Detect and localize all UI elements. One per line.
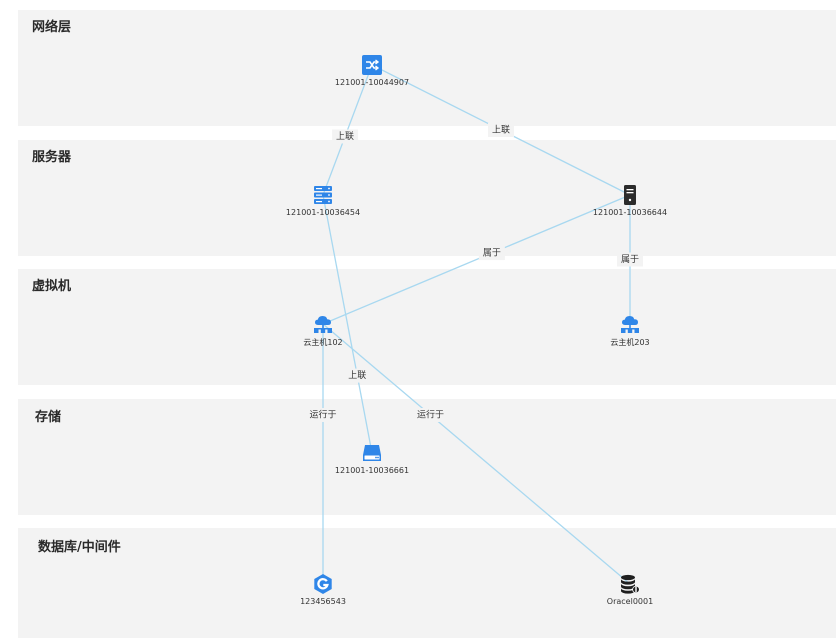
node-vm-203[interactable]: 云主机203	[570, 314, 690, 348]
server-tower-icon	[624, 185, 636, 205]
edge-label: 运行于	[309, 409, 336, 421]
edge-label: 属于	[621, 254, 639, 265]
server-rack-icon	[314, 186, 332, 204]
node-label: 121001-10036644	[592, 208, 668, 217]
edge-label: 上联	[348, 370, 366, 381]
node-vm-102[interactable]: 云主机102	[263, 314, 383, 348]
node-label: Oracel0001	[606, 597, 654, 606]
edge-label: 属于	[483, 248, 501, 259]
node-label: 121001-10036661	[334, 466, 410, 475]
edge-label: 上联	[336, 131, 354, 142]
topology-graph: 上联上联上联属于属于运行于 运行于	[309, 64, 643, 585]
node-label: 云主机203	[610, 338, 650, 347]
node-server-b[interactable]: 121001-10036644	[570, 185, 690, 217]
node-server-a[interactable]: 121001-10036454	[263, 185, 383, 217]
node-oracle[interactable]: Oracel0001	[570, 574, 690, 606]
node-middleware[interactable]: 123456543	[263, 574, 383, 606]
node-label: 123456543	[300, 597, 346, 606]
node-label: 121001-10036454	[285, 208, 361, 217]
node-label: 121001-10044907	[334, 78, 410, 87]
cloud-host-icon	[621, 316, 639, 333]
node-switch[interactable]: 121001-10044907	[312, 55, 432, 87]
disk-icon	[363, 445, 381, 461]
edge-label: 运行于	[417, 409, 444, 421]
node-label: 云主机102	[303, 338, 343, 347]
node-disk[interactable]: 121001-10036661	[312, 443, 432, 475]
edge-label: 上联	[492, 125, 510, 136]
middleware-icon	[314, 574, 332, 594]
cloud-host-icon	[314, 316, 332, 333]
database-icon	[621, 574, 640, 594]
switch-icon	[362, 55, 382, 75]
